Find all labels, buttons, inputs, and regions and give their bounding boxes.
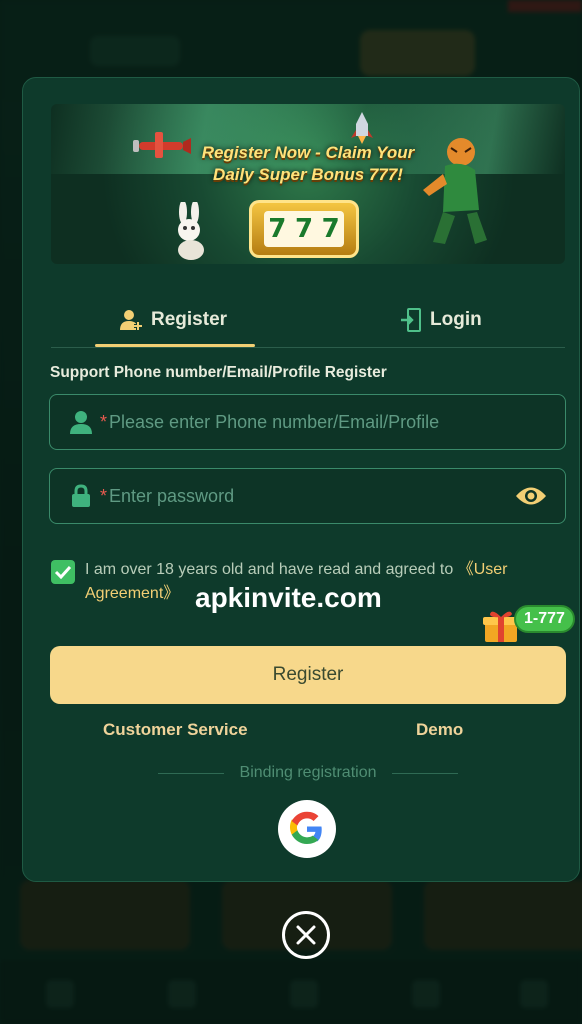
slot-reel: 7 <box>268 214 287 244</box>
register-modal: Register Now - Claim Your Daily Super Bo… <box>22 77 580 882</box>
lock-icon <box>68 483 94 509</box>
tiger-mascot-icon <box>423 138 487 244</box>
auth-tabs: Register Login <box>51 292 565 348</box>
user-icon <box>68 409 94 435</box>
agreement-checkbox[interactable] <box>51 560 75 584</box>
slot-reel: 7 <box>321 214 340 244</box>
binding-divider: Binding registration <box>158 764 458 782</box>
password-field[interactable]: * <box>49 468 566 524</box>
eye-icon[interactable] <box>515 483 547 509</box>
bonus-badge: 1-777 <box>514 605 575 633</box>
slot-reels: 7 7 7 <box>264 211 344 247</box>
google-login-button[interactable] <box>278 800 336 858</box>
tab-login[interactable]: Login <box>400 292 482 348</box>
tab-login-label: Login <box>430 309 482 330</box>
slot-machine: 7 7 7 <box>249 200 359 258</box>
password-input[interactable] <box>109 485 515 507</box>
required-mark: * <box>100 411 108 432</box>
google-icon <box>289 811 322 844</box>
promo-banner: Register Now - Claim Your Daily Super Bo… <box>51 104 565 264</box>
tab-register[interactable]: Register <box>119 292 227 348</box>
tab-register-label: Register <box>151 309 228 330</box>
required-mark: * <box>100 485 108 506</box>
support-text: Support Phone number/Email/Profile Regis… <box>50 364 387 381</box>
active-tab-indicator <box>95 344 255 347</box>
customer-service-link[interactable]: Customer Service <box>103 720 248 740</box>
check-icon <box>54 565 72 579</box>
account-input[interactable] <box>109 411 565 433</box>
divider-line <box>158 772 224 774</box>
close-icon <box>296 925 316 945</box>
divider-line <box>392 772 458 774</box>
rocket-icon <box>351 112 373 144</box>
rabbit-mascot-icon <box>178 202 204 260</box>
register-button[interactable]: Register <box>50 646 566 704</box>
demo-link[interactable]: Demo <box>416 720 463 740</box>
door-enter-icon <box>401 308 421 332</box>
account-field[interactable]: * <box>49 394 566 450</box>
close-modal-button[interactable] <box>282 911 330 959</box>
agreement-label: I am over 18 years old and have read and… <box>85 561 458 578</box>
add-user-icon <box>120 310 142 330</box>
slot-reel: 7 <box>294 214 314 244</box>
binding-label: Binding registration <box>239 764 377 781</box>
watermark: apkinvite.com <box>195 582 382 613</box>
